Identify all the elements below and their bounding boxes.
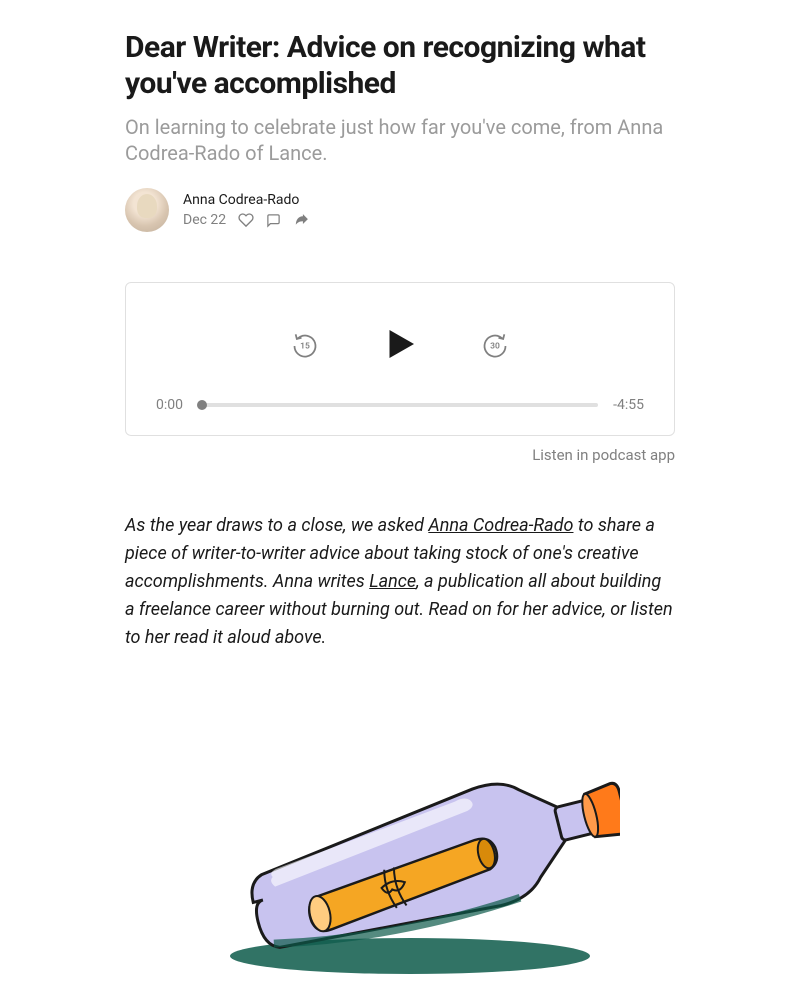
rewind-button[interactable]: 15: [291, 332, 319, 360]
seek-thumb[interactable]: [197, 400, 207, 410]
publish-date: Dec 22: [183, 212, 226, 228]
article-title: Dear Writer: Advice on recognizing what …: [125, 30, 675, 102]
intro-paragraph: As the year draws to a close, we asked A…: [125, 512, 675, 651]
time-remaining: -4:55: [612, 397, 644, 413]
bottle-illustration: [125, 711, 675, 991]
share-icon[interactable]: [293, 212, 310, 229]
forward-button[interactable]: 30: [481, 332, 509, 360]
author-name[interactable]: Anna Codrea-Rado: [183, 192, 310, 208]
intro-text-1: As the year draws to a close, we asked: [125, 515, 428, 536]
play-button[interactable]: [379, 323, 421, 369]
heart-icon[interactable]: [238, 212, 254, 228]
author-avatar[interactable]: [125, 188, 169, 232]
time-elapsed: 0:00: [156, 397, 188, 413]
progress-row: 0:00 -4:55: [156, 397, 644, 413]
meta-row: Dec 22: [183, 212, 310, 229]
seek-track[interactable]: [202, 403, 598, 407]
listen-in-app-link[interactable]: Listen in podcast app: [125, 446, 675, 464]
comment-icon[interactable]: [266, 213, 281, 228]
audio-player: 15 30 0:00 -4:55: [125, 282, 675, 436]
author-link[interactable]: Anna Codrea-Rado: [428, 515, 573, 536]
rewind-label: 15: [300, 341, 310, 351]
article-subtitle: On learning to celebrate just how far yo…: [125, 114, 675, 166]
publication-link[interactable]: Lance: [369, 571, 416, 592]
byline: Anna Codrea-Rado Dec 22: [125, 188, 675, 232]
forward-label: 30: [490, 341, 500, 351]
